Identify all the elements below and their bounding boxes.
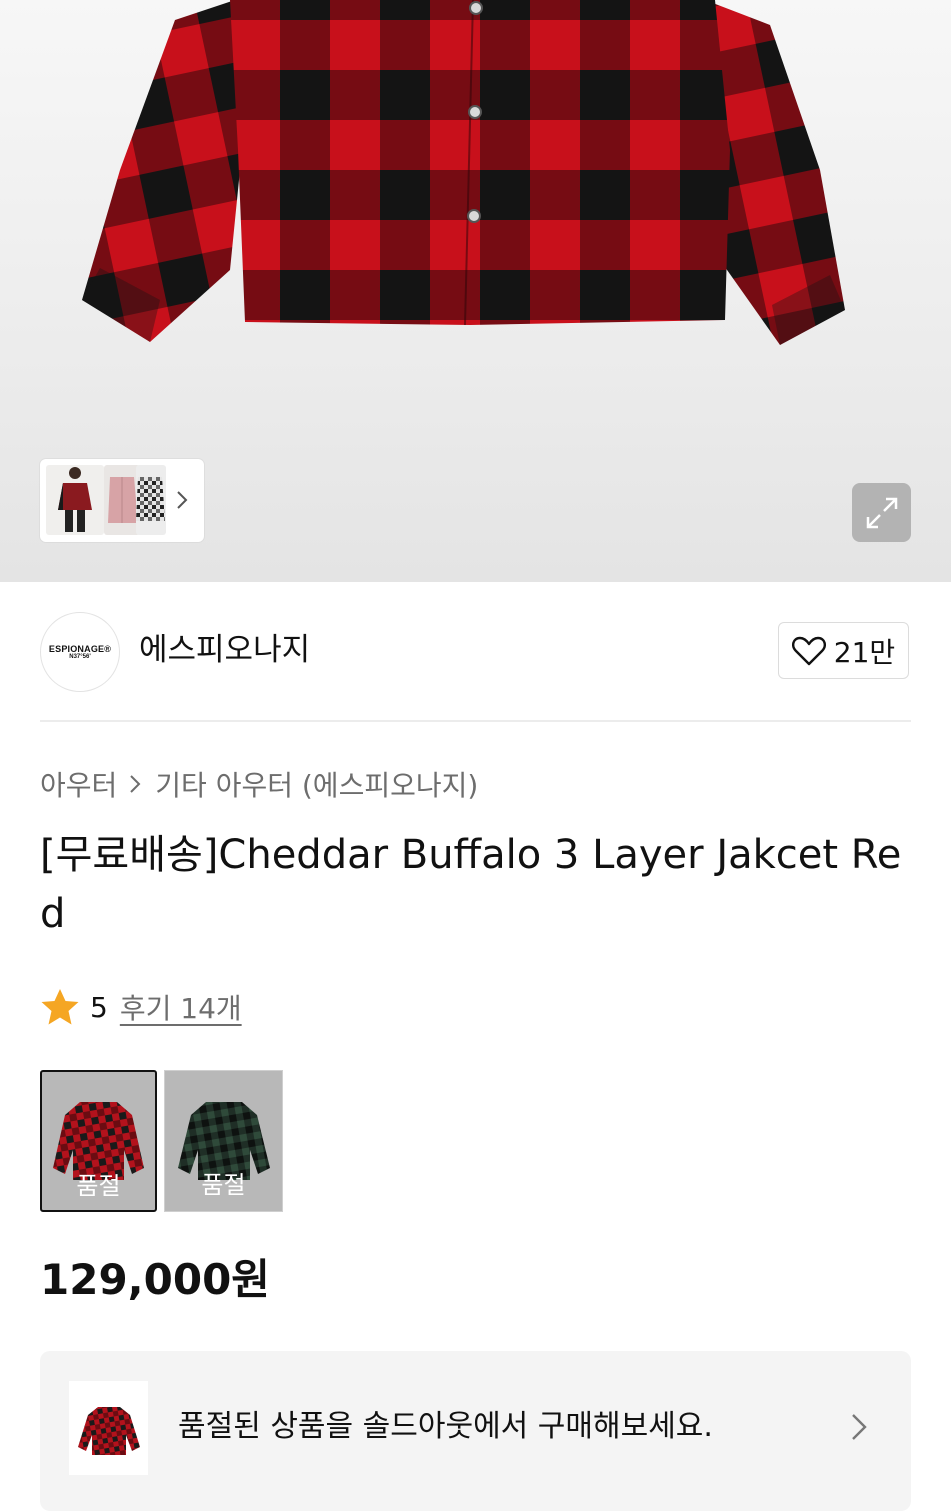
color-option-red[interactable]: 품절 xyxy=(40,1070,157,1212)
breadcrumb-subcategory[interactable]: 기타 아우터 (에스피오나지) xyxy=(155,764,478,804)
divider xyxy=(40,720,911,722)
thumbnail-pink-shirt[interactable] xyxy=(104,465,140,535)
rating-score: 5 xyxy=(90,990,108,1024)
thumbnail-strip xyxy=(40,459,204,542)
color-option-green[interactable]: 품절 xyxy=(164,1070,283,1212)
brand-logo-line1: ESPIONAGE® xyxy=(48,643,112,654)
product-title: [무료배송]Cheddar Buffalo 3 Layer Jakcet Red xyxy=(40,832,902,937)
soldout-product-thumbnail xyxy=(69,1381,148,1475)
heart-icon xyxy=(791,636,826,665)
like-count: 21만 xyxy=(833,635,896,669)
product-rating: 5 후기 14개 xyxy=(40,986,242,1028)
zoom-button[interactable] xyxy=(852,483,911,542)
chevron-right-icon xyxy=(852,1414,867,1440)
thumbnail-model[interactable] xyxy=(46,465,104,535)
sold-out-label: 품절 xyxy=(76,1172,121,1200)
review-count-link[interactable]: 후기 14개 xyxy=(120,987,242,1027)
brand-logo-line2: N37°56' xyxy=(69,653,91,660)
expand-icon xyxy=(866,497,897,528)
like-button[interactable]: 21만 xyxy=(778,622,909,679)
product-image-gallery[interactable] xyxy=(0,0,951,582)
product-price: 129,000원 xyxy=(40,1255,270,1304)
brand-logo[interactable]: ESPIONAGE® N37°56' xyxy=(40,612,120,692)
breadcrumb: 아우터 기타 아우터 (에스피오나지) xyxy=(40,764,478,804)
thumbnail-check-jacket[interactable] xyxy=(136,465,166,535)
brand-name-link[interactable]: 에스피오나지 xyxy=(139,628,310,672)
star-icon xyxy=(41,989,79,1025)
breadcrumb-category[interactable]: 아우터 xyxy=(40,764,117,804)
chevron-right-icon[interactable] xyxy=(172,486,192,514)
product-main-image xyxy=(82,0,845,345)
soldout-market-banner[interactable]: 품절된 상품을 솔드아웃에서 구매해보세요. xyxy=(40,1351,911,1511)
chevron-right-icon xyxy=(129,774,141,794)
soldout-banner-text: 품절된 상품을 솔드아웃에서 구매해보세요. xyxy=(178,1409,713,1444)
sold-out-label: 품절 xyxy=(201,1171,246,1199)
